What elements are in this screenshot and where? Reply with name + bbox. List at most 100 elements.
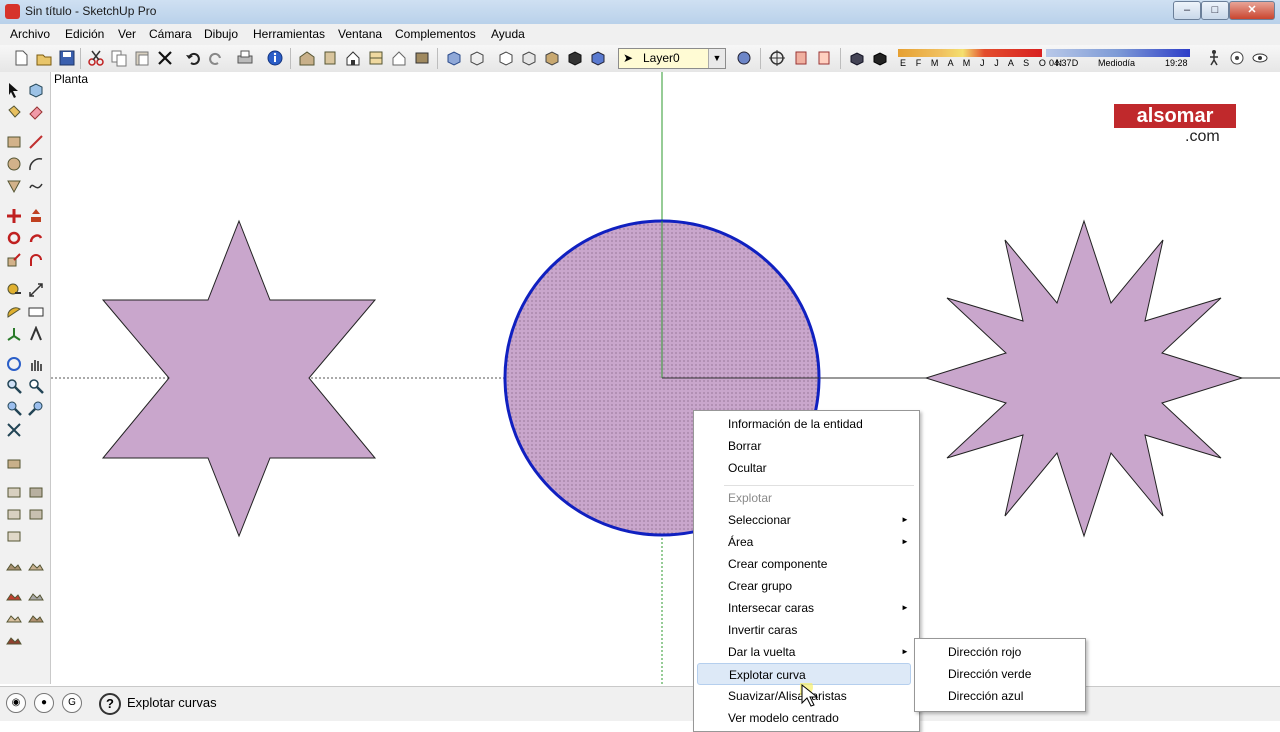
sandbox-icon-5[interactable] <box>6 528 22 544</box>
terrain-icon-3[interactable] <box>6 588 22 604</box>
layer-select[interactable]: ➤ Layer0 ▼ <box>618 48 726 69</box>
menu-ver[interactable]: Ver <box>118 27 136 41</box>
print-icon[interactable] <box>236 49 254 67</box>
iso-view-icon[interactable] <box>298 49 316 67</box>
position-camera-icon[interactable] <box>1228 49 1246 67</box>
menu-item-intersect-faces[interactable]: Intersecar caras <box>728 597 908 619</box>
style-blue-icon[interactable] <box>589 49 607 67</box>
shadow-settings-icon[interactable] <box>848 49 866 67</box>
circle-tool-icon[interactable] <box>6 156 22 172</box>
cut-icon[interactable] <box>87 49 105 67</box>
model-viewport[interactable] <box>51 72 1280 686</box>
copy-icon[interactable] <box>110 49 128 67</box>
menu-item-erase[interactable]: Borrar <box>728 435 908 457</box>
zoom-window-icon[interactable] <box>28 378 44 394</box>
display-shadows-icon[interactable] <box>871 49 889 67</box>
shaded-style-icon[interactable] <box>520 49 538 67</box>
menu-herramientas[interactable]: Herramientas <box>253 27 325 41</box>
zoom-extents-icon[interactable] <box>6 422 22 438</box>
model-canvas[interactable] <box>51 72 1280 686</box>
wireframe-style-icon[interactable] <box>468 49 486 67</box>
rectangle-tool-icon[interactable] <box>6 134 22 150</box>
terrain-icon-5[interactable] <box>6 610 22 626</box>
sandbox-icon-3[interactable] <box>6 506 22 522</box>
menu-item-entity-info[interactable]: Información de la entidad <box>728 413 908 435</box>
paint-bucket-icon[interactable] <box>6 104 22 120</box>
open-file-icon[interactable] <box>35 49 53 67</box>
menu-item-reverse-faces[interactable]: Invertir caras <box>728 619 908 641</box>
date-slider[interactable] <box>898 49 1042 57</box>
look-around-icon[interactable] <box>1251 49 1269 67</box>
menu-archivo[interactable]: Archivo <box>10 27 50 41</box>
terrain-icon-1[interactable] <box>6 558 22 574</box>
submenu-item-red-direction[interactable]: Dirección rojo <box>948 641 1021 663</box>
hidden-line-style-icon[interactable] <box>497 49 515 67</box>
offset-tool-icon[interactable] <box>28 252 44 268</box>
3d-text-icon[interactable] <box>28 325 44 342</box>
section-cut-icon[interactable] <box>815 49 833 67</box>
submenu-item-blue-direction[interactable]: Dirección azul <box>948 685 1023 707</box>
model-info-icon[interactable] <box>266 49 284 67</box>
display-section-icon[interactable] <box>792 49 810 67</box>
undo-icon[interactable] <box>184 49 202 67</box>
back-view-icon[interactable] <box>390 49 408 67</box>
axes-tool-icon[interactable] <box>6 326 22 342</box>
line-tool-icon[interactable] <box>28 134 44 150</box>
follow-me-icon[interactable] <box>28 230 44 246</box>
menu-dibujo[interactable]: Dibujo <box>204 27 238 41</box>
menu-ventana[interactable]: Ventana <box>338 27 382 41</box>
menu-item-flip-along[interactable]: Dar la vuelta <box>728 641 908 663</box>
eraser-tool-icon[interactable] <box>28 104 44 120</box>
textured-style-icon[interactable] <box>543 49 561 67</box>
polygon-tool-icon[interactable] <box>6 178 22 194</box>
select-tool-icon[interactable] <box>6 82 22 98</box>
front-view-icon[interactable] <box>344 49 362 67</box>
monochrome-style-icon[interactable] <box>566 49 584 67</box>
help-icon[interactable]: ? <box>99 693 121 715</box>
credits-icon[interactable]: ● <box>34 693 54 713</box>
menu-camara[interactable]: Cámara <box>149 27 192 41</box>
maximize-button[interactable]: □ <box>1201 1 1229 20</box>
sandbox-icon-4[interactable] <box>28 506 44 522</box>
orbit-tool-icon[interactable] <box>6 356 22 372</box>
right-view-icon[interactable] <box>367 49 385 67</box>
arc-tool-icon[interactable] <box>28 156 44 172</box>
menu-complementos[interactable]: Complementos <box>395 27 476 41</box>
layer-manager-icon[interactable] <box>735 49 753 67</box>
save-icon[interactable] <box>58 49 76 67</box>
next-view-icon[interactable] <box>28 400 44 416</box>
terrain-icon-2[interactable] <box>28 558 44 574</box>
star-twelve-point[interactable] <box>924 219 1244 538</box>
section-plane-icon[interactable] <box>768 49 786 67</box>
freehand-tool-icon[interactable] <box>28 178 44 194</box>
scale-tool-icon[interactable] <box>6 252 22 268</box>
sandbox-icon-2[interactable] <box>28 484 44 500</box>
menu-item-area[interactable]: Área <box>728 531 908 553</box>
chevron-down-icon[interactable]: ▼ <box>708 49 725 68</box>
redo-icon[interactable] <box>207 49 225 67</box>
erase-x-icon[interactable] <box>156 49 174 67</box>
paste-icon[interactable] <box>133 49 151 67</box>
top-view-icon[interactable] <box>321 49 339 67</box>
left-view-icon[interactable] <box>413 49 431 67</box>
text-tool-icon[interactable] <box>28 304 44 320</box>
previous-view-icon[interactable] <box>6 400 22 416</box>
make-component-icon[interactable] <box>28 82 44 98</box>
rotate-tool-icon[interactable] <box>6 230 22 246</box>
menu-item-explode-curve[interactable]: Explotar curva <box>697 663 911 685</box>
tape-measure-icon[interactable] <box>6 282 22 298</box>
xray-style-icon[interactable] <box>445 49 463 67</box>
terrain-icon-7[interactable] <box>6 632 22 648</box>
move-tool-icon[interactable] <box>6 208 22 224</box>
sign-in-icon[interactable]: G <box>62 693 82 713</box>
pan-hand-icon[interactable] <box>28 356 44 372</box>
menu-item-make-component[interactable]: Crear componente <box>728 553 908 575</box>
scene-tab[interactable]: Planta <box>54 72 88 86</box>
menu-item-make-group[interactable]: Crear grupo <box>728 575 908 597</box>
push-pull-tool-icon[interactable] <box>28 208 44 224</box>
person-walk-icon[interactable] <box>1205 49 1223 67</box>
terrain-icon-4[interactable] <box>28 588 44 604</box>
sandbox-icon-1[interactable] <box>6 484 22 500</box>
submenu-item-green-direction[interactable]: Dirección verde <box>948 663 1031 685</box>
menu-edicion[interactable]: Edición <box>65 27 104 41</box>
